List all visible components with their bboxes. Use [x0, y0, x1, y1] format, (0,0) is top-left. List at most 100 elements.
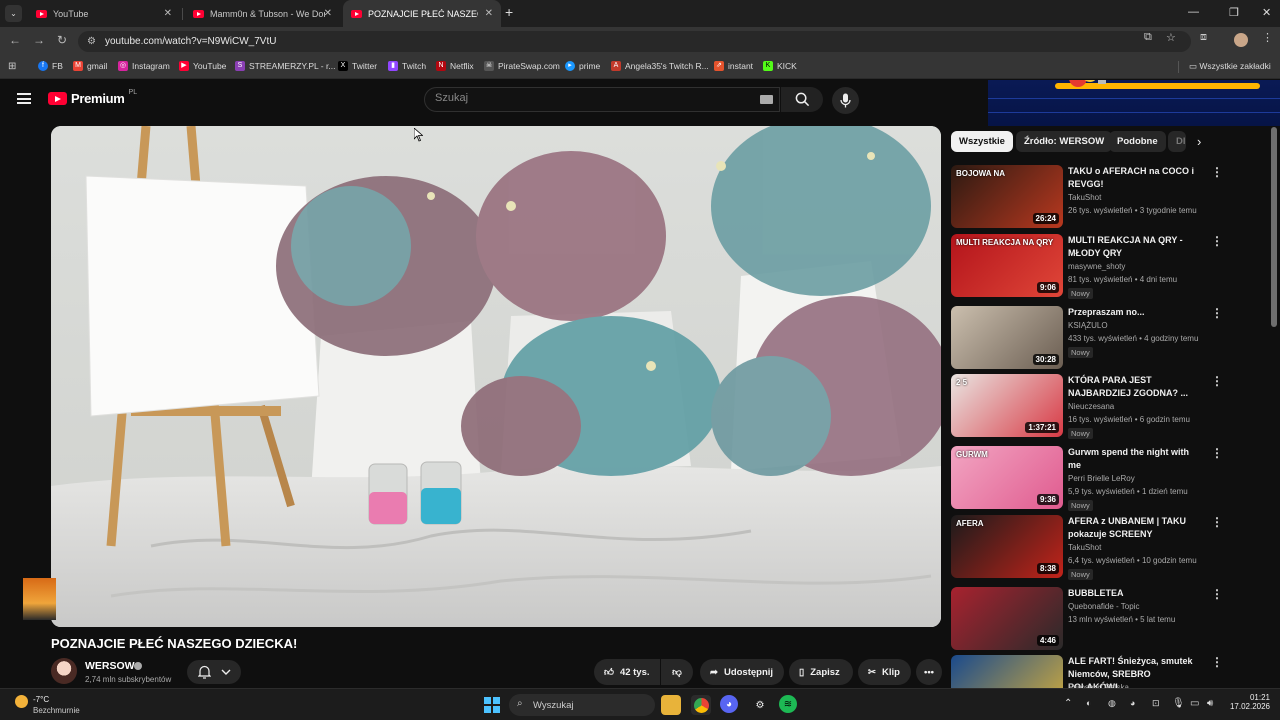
- bookmark-youtube[interactable]: ▶ YouTube: [179, 61, 226, 71]
- apps-grid-icon[interactable]: ⊞: [8, 61, 16, 72]
- more-options-icon[interactable]: ⋮: [1211, 374, 1223, 388]
- tray-app-icon[interactable]: ◍: [1108, 698, 1116, 709]
- chrome-icon[interactable]: [691, 695, 711, 715]
- taskbar-clock[interactable]: 01:21 17.02.2026: [1226, 693, 1270, 711]
- video-thumbnail[interactable]: GURWM 9:36: [951, 446, 1063, 509]
- spotify-icon[interactable]: ≋: [779, 695, 797, 713]
- bookmark-netflix[interactable]: N Netflix: [436, 61, 474, 71]
- notifications-dropdown[interactable]: [187, 660, 241, 684]
- recommendation-item[interactable]: AFERA 8:38 AFERA z UNBANEM | TAKU pokazuje…: [951, 515, 1271, 580]
- more-options-icon[interactable]: ⋮: [1211, 306, 1223, 320]
- video-thumbnail[interactable]: 2 5 1:37:21: [951, 374, 1063, 437]
- tray-app-icon[interactable]: ◐: [1086, 698, 1091, 708]
- back-icon[interactable]: ←: [9, 33, 21, 47]
- bookmark-prime[interactable]: ▸ prime: [565, 61, 600, 71]
- chip-truncated[interactable]: Dl: [1168, 131, 1186, 152]
- chip-from-channel[interactable]: Źródło: WERSOW: [1016, 131, 1113, 152]
- reload-icon[interactable]: ↻: [57, 33, 67, 47]
- recommendation-channel[interactable]: Nieuczesana: [1068, 402, 1114, 411]
- new-tab-button[interactable]: +: [505, 4, 513, 20]
- recommendation-item[interactable]: GURWM 9:36 Gurwm spend the night with me Pe…: [951, 446, 1271, 511]
- share-button[interactable]: ➦ Udostępnij: [700, 659, 784, 685]
- channel-avatar[interactable]: [51, 658, 77, 684]
- recommendation-title[interactable]: TAKU o AFERACH na COCO i REVGG!: [1068, 165, 1196, 191]
- video-thumbnail[interactable]: [951, 655, 1063, 688]
- tab-youtube[interactable]: YouTube ✕: [28, 0, 180, 27]
- recommendation-channel[interactable]: Perri Brielle LeRoy: [1068, 474, 1135, 483]
- profile-avatar[interactable]: [1234, 33, 1248, 47]
- close-icon[interactable]: ✕: [164, 8, 172, 19]
- restore-icon[interactable]: ❐: [1229, 6, 1239, 19]
- tab-search-icon[interactable]: ⌄: [5, 5, 22, 22]
- youtube-premium-logo[interactable]: Premium PL: [48, 89, 137, 106]
- forward-icon[interactable]: →: [33, 33, 45, 47]
- video-thumbnail[interactable]: 4:46: [951, 587, 1063, 650]
- taskbar-search[interactable]: ⌕ Wyszukaj: [509, 694, 655, 716]
- recommendation-item[interactable]: BOJOWA NA 26:24 TAKU o AFERACH na COCO i R…: [951, 165, 1271, 229]
- video-thumbnail[interactable]: BOJOWA NA 26:24: [951, 165, 1063, 228]
- recommendation-channel[interactable]: TakuShot: [1068, 543, 1101, 552]
- recommendation-item[interactable]: ALE FART! Śnieżyca, smutek Niemców, SREB…: [951, 655, 1271, 688]
- recommendation-title[interactable]: Przepraszam no...: [1068, 306, 1196, 319]
- bookmark-gmail[interactable]: Mgmail: [73, 61, 107, 71]
- keyboard-icon[interactable]: [760, 95, 773, 104]
- recommendation-item[interactable]: 2 5 1:37:21 KTÓRA PARA JEST NAJBARDZIEJ ZG…: [951, 374, 1271, 439]
- recommendation-item[interactable]: 4:46 BUBBLETEA Quebonafide - Topic 13 mln w…: [951, 587, 1271, 651]
- recommendation-title[interactable]: KTÓRA PARA JEST NAJBARDZIEJ ZGODNA? ...: [1068, 374, 1196, 400]
- video-player[interactable]: [51, 126, 941, 627]
- clip-button[interactable]: ✂ Klip: [858, 659, 911, 685]
- minimize-icon[interactable]: —: [1188, 6, 1199, 18]
- recommendation-title[interactable]: Gurwm spend the night with me: [1068, 446, 1196, 472]
- chevron-right-icon[interactable]: ›: [1197, 134, 1201, 149]
- recommendation-title[interactable]: AFERA z UNBANEM | TAKU pokazuje SCREENY: [1068, 515, 1196, 541]
- volume-icon[interactable]: 🔊︎: [1207, 698, 1213, 709]
- like-button[interactable]: 👍︎ 42 tys.: [594, 659, 660, 685]
- network-icon[interactable]: ▭: [1190, 698, 1199, 709]
- search-button[interactable]: [781, 87, 823, 112]
- voice-search-button[interactable]: [832, 87, 859, 114]
- bookmark-star-icon[interactable]: ☆: [1166, 31, 1176, 44]
- recommendation-title[interactable]: MULTI REAKCJA NA QRY - MŁODY QRY: [1068, 234, 1196, 260]
- tab-mammon-tubson[interactable]: Mamm0n & Tubson - We Don't ✕: [185, 0, 340, 27]
- more-options-icon[interactable]: ⋮: [1211, 446, 1223, 460]
- bookmark-twitch[interactable]: ▮ Twitch: [388, 61, 426, 71]
- bookmark-instant[interactable]: ⇗ instant: [714, 61, 753, 71]
- bookmark-instagram[interactable]: ◎ Instagram: [118, 61, 170, 71]
- window-close-icon[interactable]: ✕: [1262, 6, 1271, 19]
- tab-current-video[interactable]: POZNAJCIE PŁEĆ NASZEGO DZ ✕: [343, 0, 501, 27]
- steam-icon[interactable]: ⚙: [750, 695, 770, 715]
- extensions-icon[interactable]: ⧈: [1200, 31, 1207, 44]
- search-box[interactable]: [424, 87, 780, 112]
- video-thumbnail[interactable]: 30:28: [951, 306, 1063, 369]
- video-thumbnail[interactable]: MULTI REAKCJA NA QRY 9:06: [951, 234, 1063, 297]
- cast-icon[interactable]: ⧉: [1144, 31, 1152, 44]
- recommendation-channel[interactable]: TakuShot: [1068, 193, 1101, 202]
- bookmark-angela[interactable]: A Angela35's Twitch R...: [611, 61, 709, 71]
- recommendation-channel[interactable]: KSIĄŻULO: [1068, 321, 1108, 330]
- more-options-icon[interactable]: ⋮: [1211, 587, 1223, 601]
- browser-menu-icon[interactable]: ⋮: [1262, 31, 1273, 44]
- dislike-button[interactable]: 👎︎: [661, 659, 693, 685]
- microphone-icon[interactable]: 🎙︎: [1172, 698, 1185, 709]
- start-button[interactable]: [484, 697, 500, 713]
- bookmark-kick[interactable]: K KICK: [763, 61, 797, 71]
- bookmark-pirateswap[interactable]: ☠ PirateSwap.com: [484, 61, 560, 71]
- recommendation-channel[interactable]: Quebonafide - Topic: [1068, 602, 1139, 611]
- bookmark-streamerzy[interactable]: S STREAMERZY.PL - r...: [235, 61, 335, 71]
- more-actions-button[interactable]: •••: [916, 659, 942, 685]
- tray-discord-icon[interactable]: ◕: [1130, 698, 1135, 708]
- menu-icon[interactable]: [17, 93, 31, 104]
- channel-name[interactable]: WERSOW: [85, 660, 135, 672]
- site-info-icon[interactable]: ⚙: [87, 36, 96, 47]
- tray-app-icon[interactable]: ⊡: [1152, 698, 1160, 709]
- sidebar-scrollbar[interactable]: [1271, 127, 1277, 327]
- discord-icon[interactable]: ◕: [720, 695, 738, 713]
- all-bookmarks-folder[interactable]: ▭ Wszystkie zakładki: [1189, 61, 1271, 72]
- bookmark-twitter[interactable]: X Twitter: [338, 61, 377, 71]
- address-bar[interactable]: ⚙ youtube.com/watch?v=N9WiCW_7VtU: [78, 31, 1191, 52]
- more-options-icon[interactable]: ⋮: [1211, 234, 1223, 248]
- chip-related[interactable]: Podobne: [1109, 131, 1166, 152]
- more-options-icon[interactable]: ⋮: [1211, 655, 1223, 669]
- bookmark-fb[interactable]: f FB: [38, 61, 63, 71]
- search-input[interactable]: [435, 92, 735, 104]
